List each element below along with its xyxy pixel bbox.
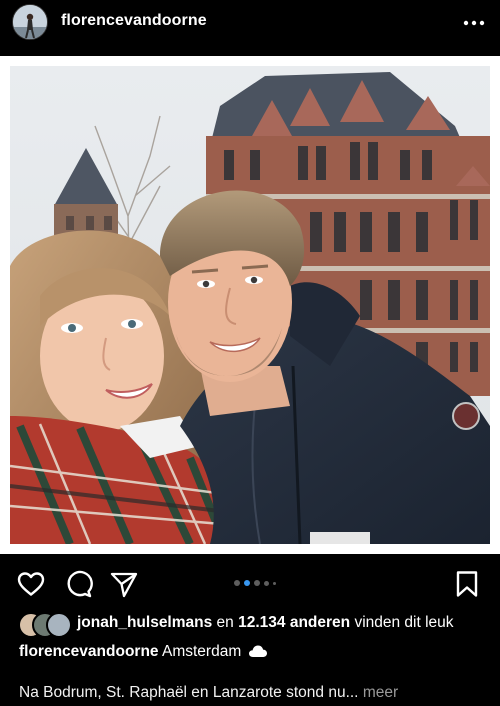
carousel-dot	[244, 580, 250, 586]
likes-suffix: vinden dit leuk	[354, 614, 454, 631]
post-header: florencevandoorne	[0, 0, 500, 46]
caption-location: Amsterdam	[161, 643, 242, 660]
more-options-button[interactable]	[458, 12, 490, 34]
post-action-bar	[0, 562, 500, 606]
liker-avatars[interactable]	[18, 612, 74, 638]
post-photo[interactable]	[10, 66, 490, 544]
carousel-dot	[254, 580, 260, 586]
bookmark-icon	[456, 571, 478, 597]
likes-summary[interactable]: jonah_hulselmans en 12.134 anderen vinde…	[77, 614, 454, 632]
carousel-dot	[264, 580, 269, 586]
likes-connector: en	[216, 614, 234, 631]
more-horizontal-icon	[463, 20, 485, 26]
post-username[interactable]: florencevandoorne	[61, 12, 207, 30]
caption-body: Na Bodrum, St. Raphaël en Lanzarote ston…	[19, 684, 359, 701]
caption-header: florencevandoorne Amsterdam	[19, 643, 268, 663]
likes-count[interactable]: 12.134 anderen	[238, 614, 350, 631]
comment-icon	[67, 570, 93, 598]
avatar-photo	[13, 5, 47, 39]
carousel-dot	[234, 580, 240, 586]
carousel-dot	[273, 581, 276, 585]
send-icon	[110, 572, 138, 598]
liked-by-username[interactable]: jonah_hulselmans	[77, 614, 212, 631]
comment-button[interactable]	[63, 569, 93, 599]
caption-username[interactable]: florencevandoorne	[19, 643, 159, 660]
like-button[interactable]	[16, 569, 46, 599]
caption-more-link[interactable]: meer	[363, 684, 398, 701]
save-button[interactable]	[452, 569, 482, 599]
share-button[interactable]	[109, 569, 139, 599]
cloud-icon	[248, 644, 268, 663]
carousel-indicator	[234, 578, 276, 588]
likes-row: jonah_hulselmans en 12.134 anderen vinde…	[0, 610, 500, 638]
selfie-image	[10, 66, 490, 544]
avatar[interactable]	[12, 4, 48, 40]
avatar	[46, 612, 72, 638]
heart-icon	[17, 572, 45, 596]
post-media-frame	[0, 56, 500, 554]
caption-text: Na Bodrum, St. Raphaël en Lanzarote ston…	[19, 684, 398, 702]
